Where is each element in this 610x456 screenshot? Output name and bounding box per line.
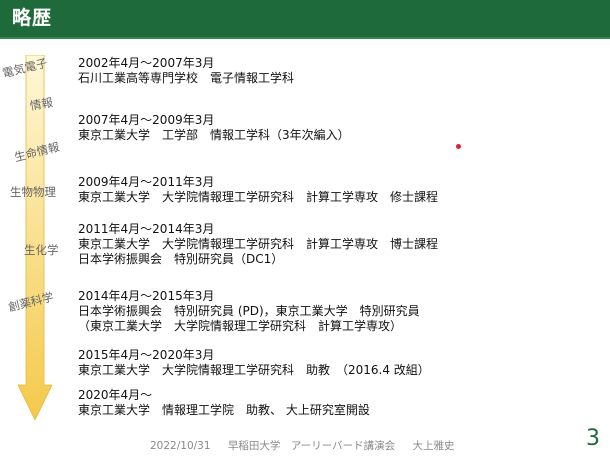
entry-detail: 東京工業大学 情報理工学院 助教、 大上研究室開設: [78, 403, 370, 417]
entry-period: 2009年4月～2011年3月: [78, 175, 215, 189]
topic-label-3: 生物物理: [10, 185, 56, 199]
entry-2: 2009年4月～2011年3月 東京工業大学 大学院情報理工学研究科 計算工学専…: [78, 175, 438, 205]
entry-detail: 石川工業高等専門学校 電子情報工学科: [78, 71, 295, 85]
page-number: 3: [586, 426, 600, 451]
title-bar: 略歴: [0, 0, 610, 39]
entry-detail: 日本学術振興会 特別研究員（DC1）: [78, 252, 284, 266]
entry-period: 2020年4月～: [78, 388, 153, 402]
entry-6: 2020年4月～ 東京工業大学 情報理工学院 助教、 大上研究室開設: [78, 388, 370, 418]
slide: 略歴 電気電子 情報 生命情報 生物物理 生化学 創薬科学 2002年4月～20…: [0, 0, 610, 456]
entry-detail: 東京工業大学 大学院情報理工学研究科 計算工学専攻 修士課程: [78, 190, 439, 204]
footer-author: 大上雅史: [412, 440, 455, 452]
entry-detail: 東京工業大学 大学院情報理工学研究科 助教 （2016.4 改組）: [78, 363, 430, 377]
entry-period: 2014年4月～2015年3月: [78, 289, 215, 303]
entry-1: 2007年4月～2009年3月 東京工業大学 工学部 情報工学科（3年次編入）: [78, 113, 350, 143]
entry-period: 2002年4月～2007年3月: [78, 56, 215, 70]
topic-label-4: 生化学: [24, 243, 59, 257]
entry-period: 2007年4月～2009年3月: [78, 113, 215, 127]
entry-period: 2011年4月～2014年3月: [78, 222, 215, 236]
entry-detail: （東京工業大学 大学院情報理工学研究科 計算工学専攻）: [78, 319, 403, 333]
footer-event: 早稲田大学 アーリーバード講演会: [227, 440, 396, 452]
entry-0: 2002年4月～2007年3月 石川工業高等専門学校 電子情報工学科: [78, 56, 294, 86]
entry-period: 2015年4月～2020年3月: [78, 348, 215, 362]
footer: 2022/10/31 早稲田大学 アーリーバード講演会 大上雅史: [150, 438, 468, 453]
entry-detail: 東京工業大学 大学院情報理工学研究科 計算工学専攻 博士課程: [78, 237, 439, 251]
entry-detail: 東京工業大学 工学部 情報工学科（3年次編入）: [78, 128, 350, 142]
entry-5: 2015年4月～2020年3月 東京工業大学 大学院情報理工学研究科 助教 （2…: [78, 348, 430, 378]
laser-pointer-dot: [456, 144, 461, 149]
entry-4: 2014年4月～2015年3月 日本学術振興会 特別研究員 (PD)，東京工業大…: [78, 289, 420, 334]
footer-date: 2022/10/31: [150, 440, 211, 452]
entry-3: 2011年4月～2014年3月 東京工業大学 大学院情報理工学研究科 計算工学専…: [78, 222, 438, 267]
entry-detail: 日本学術振興会 特別研究員 (PD)，東京工業大学 特別研究員: [78, 304, 420, 318]
slide-title: 略歴: [12, 7, 53, 29]
